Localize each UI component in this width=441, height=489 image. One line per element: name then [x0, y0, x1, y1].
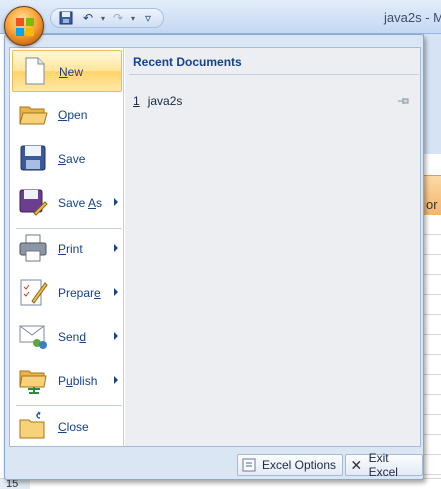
submenu-arrow-icon: [114, 198, 118, 206]
menu-item-send-label: Sen: [58, 330, 80, 344]
exit-icon: [352, 460, 361, 470]
excel-options-label: Excel Options: [262, 458, 337, 472]
menu-item-open-label: pen: [67, 108, 88, 122]
sheet-grid: [423, 215, 441, 480]
menu-item-open-accel: O: [58, 108, 68, 122]
save-disk-icon: [20, 145, 46, 171]
menu-item-print[interactable]: Print: [12, 228, 122, 270]
exit-excel-label: Exit Excel: [368, 451, 398, 479]
menu-item-new[interactable]: New: [12, 50, 122, 92]
menu-item-send-accel: d: [79, 330, 87, 344]
submenu-arrow-icon: [114, 332, 118, 340]
submenu-arrow-icon: [114, 288, 118, 296]
pin-icon[interactable]: [397, 96, 411, 106]
menu-item-publish[interactable]: Publish: [12, 360, 122, 402]
menu-item-send[interactable]: Send: [12, 316, 122, 358]
menu-item-save-label: ave: [66, 152, 86, 166]
recent-document-number: 1: [133, 94, 140, 108]
menu-item-new-accel: N: [59, 65, 68, 79]
menu-item-save-as[interactable]: Save As: [12, 182, 122, 224]
redo-icon[interactable]: ↷: [109, 10, 127, 26]
menu-item-close-accel: C: [58, 420, 67, 434]
ribbon-fragment: [423, 34, 441, 154]
window-title: java2s - M: [384, 10, 441, 25]
menu-item-publish-label-end: blish: [72, 374, 98, 388]
column-header-fragment: or: [423, 175, 441, 215]
menu-item-print-accel: P: [58, 242, 67, 256]
office-menu: New Open Save Save As Print Prepare Send…: [4, 34, 424, 480]
menu-item-save[interactable]: Save: [12, 138, 122, 180]
quick-access-toolbar: ↶ ▾ ↷ ▾ ▿: [50, 8, 165, 28]
submenu-arrow-icon: [114, 244, 118, 252]
menu-item-save-accel: S: [58, 152, 67, 166]
column-header-text: or: [426, 197, 438, 212]
recent-documents-panel: Recent Documents 1 java2s: [125, 48, 420, 446]
menu-item-save-as-label: Save: [58, 196, 89, 210]
customize-icon[interactable]: ▿: [139, 10, 157, 26]
menu-item-save-as-label-end: s: [96, 196, 103, 210]
open-folder-icon: [19, 106, 48, 125]
menu-item-print-label: rint: [66, 242, 83, 256]
recent-divider: [129, 74, 419, 75]
menu-item-new-label: ew: [67, 65, 84, 79]
menu-item-prepare-label: Prepar: [58, 286, 95, 300]
options-icon: [242, 458, 256, 472]
menu-item-save-as-accel: A: [88, 196, 97, 210]
menu-item-close-label: lose: [66, 420, 89, 434]
new-document-icon: [25, 57, 45, 85]
undo-dropdown-icon[interactable]: ▾: [101, 14, 105, 23]
office-logo-icon: [16, 18, 34, 36]
save-icon[interactable]: [57, 10, 75, 26]
prepare-icon: [20, 279, 48, 306]
menu-item-publish-label: P: [58, 374, 67, 388]
publish-icon: [19, 370, 47, 394]
menu-item-prepare-accel: e: [94, 286, 101, 300]
menu-commands: New Open Save Save As Print Prepare Send…: [10, 48, 124, 446]
exit-excel-button[interactable]: Exit Excel: [345, 451, 423, 479]
recent-documents-title: Recent Documents: [133, 55, 242, 69]
menu-item-open[interactable]: Open: [12, 94, 122, 136]
send-icon: [19, 325, 47, 349]
title-bar: ↶ ▾ ↷ ▾ ▿ java2s - M: [0, 0, 441, 34]
redo-dropdown-icon[interactable]: ▾: [131, 14, 135, 23]
printer-icon: [19, 234, 47, 262]
close-folder-icon: [19, 411, 45, 439]
recent-document-item[interactable]: 1 java2s: [133, 94, 417, 110]
menu-item-close[interactable]: Close: [12, 406, 122, 448]
menu-item-prepare[interactable]: Prepare: [12, 272, 122, 314]
submenu-arrow-icon: [114, 376, 118, 384]
undo-icon[interactable]: ↶: [79, 10, 97, 26]
save-as-icon: [19, 189, 48, 216]
office-button[interactable]: [4, 6, 44, 46]
office-menu-body: New Open Save Save As Print Prepare Send…: [9, 47, 421, 447]
row-number: 15: [0, 479, 30, 489]
menu-item-publish-accel: u: [66, 374, 73, 388]
excel-options-button[interactable]: Excel Options: [237, 454, 344, 476]
recent-document-name: java2s: [147, 94, 183, 108]
